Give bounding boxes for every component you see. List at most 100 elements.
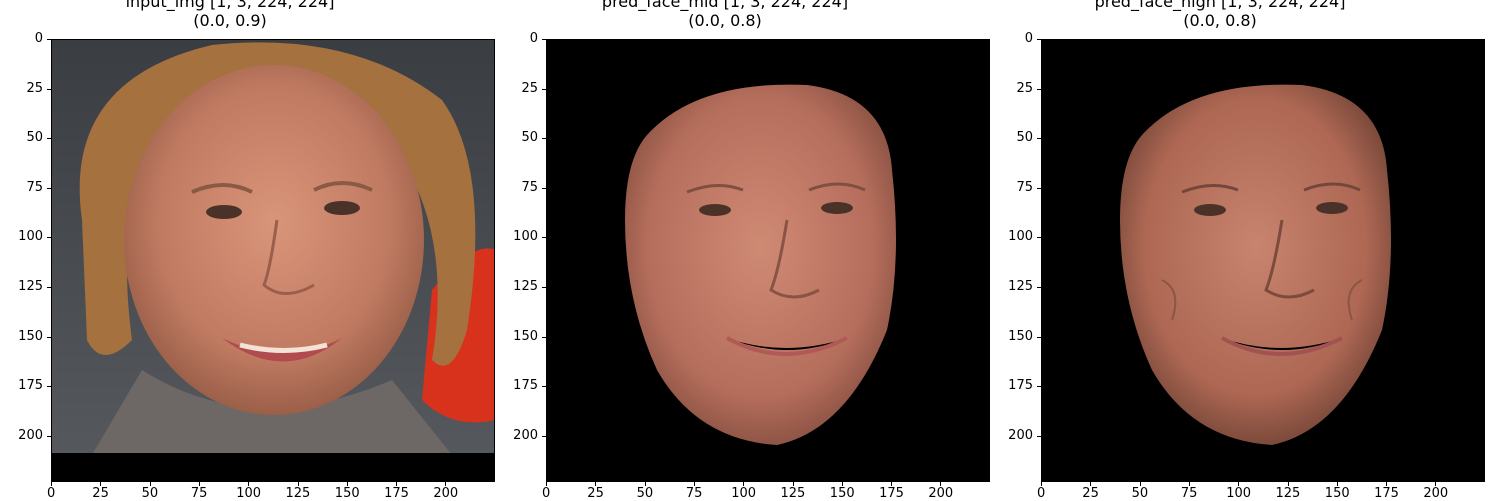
y-tick-label: 125 bbox=[1008, 279, 1033, 294]
x-tick-label: 175 bbox=[384, 486, 409, 501]
y-tick-mark bbox=[1037, 287, 1041, 288]
y-tick-mark bbox=[47, 187, 51, 189]
x-tick-label: 100 bbox=[731, 486, 757, 501]
y-tick-label: 100 bbox=[1008, 229, 1033, 245]
y-tick-mark bbox=[542, 237, 546, 239]
y-tick-label: 75 bbox=[521, 179, 538, 195]
x-tick-label: 25 bbox=[1082, 486, 1099, 501]
y-tick-mark bbox=[1037, 187, 1041, 189]
y-tick-label: 150 bbox=[1008, 328, 1033, 344]
x-tick-label: 125 bbox=[285, 486, 311, 501]
x-tick-label: 50 bbox=[636, 486, 654, 501]
y-tick-label: 200 bbox=[1008, 427, 1033, 443]
y-tick-mark bbox=[1037, 39, 1041, 40]
x-tick-label: 25 bbox=[587, 486, 604, 501]
y-tick-mark bbox=[47, 386, 51, 388]
y-tick-mark bbox=[47, 336, 51, 338]
x-tick-label: 175 bbox=[879, 486, 904, 501]
x-tick-label: 200 bbox=[433, 486, 459, 501]
y-tick-label: 100 bbox=[18, 229, 43, 245]
image-axes bbox=[546, 39, 990, 482]
x-tick-label: 0 bbox=[542, 486, 551, 501]
x-tick-label: 75 bbox=[685, 486, 703, 501]
panel-title-line1: pred_face_mid [1, 3, 224, 224] bbox=[601, 0, 849, 11]
y-tick-mark bbox=[47, 287, 51, 288]
x-tick-label: 200 bbox=[928, 486, 954, 501]
x-tick-label: 200 bbox=[1423, 486, 1449, 501]
y-tick-label: 75 bbox=[26, 179, 43, 195]
face-render-high bbox=[1042, 40, 1484, 481]
x-tick-label: 125 bbox=[1275, 486, 1301, 501]
y-tick-mark bbox=[47, 88, 51, 90]
panel-title-line1: input_img [1, 3, 224, 224] bbox=[125, 0, 335, 11]
panel-title: pred_face_mid [1, 3, 224, 224] (0.0, 0.8… bbox=[495, 0, 955, 30]
y-tick-label: 200 bbox=[18, 427, 43, 443]
x-tick-label: 175 bbox=[1374, 486, 1399, 501]
image-axes bbox=[1041, 39, 1485, 482]
panel-title-line2: (0.0, 0.8) bbox=[1183, 11, 1257, 30]
y-tick-label: 200 bbox=[513, 427, 538, 443]
x-tick-label: 100 bbox=[236, 486, 262, 501]
x-tick-label: 150 bbox=[1324, 486, 1350, 501]
y-tick-mark bbox=[1037, 88, 1041, 90]
y-tick-label: 75 bbox=[1016, 179, 1033, 195]
y-tick-label: 25 bbox=[521, 80, 538, 96]
y-tick-mark bbox=[542, 336, 546, 338]
y-tick-label: 25 bbox=[1016, 80, 1033, 96]
image-axes bbox=[51, 39, 495, 454]
x-tick-label: 0 bbox=[47, 486, 56, 501]
y-tick-mark bbox=[542, 386, 546, 388]
x-tick-label: 125 bbox=[780, 486, 806, 501]
panel-pred-face-mid: pred_face_mid [1, 3, 224, 224] (0.0, 0.8… bbox=[495, 0, 990, 501]
y-tick-label: 150 bbox=[18, 328, 43, 344]
x-tick-label: 150 bbox=[334, 486, 360, 501]
y-tick-label: 50 bbox=[26, 130, 43, 146]
panel-title-line2: (0.0, 0.8) bbox=[688, 11, 762, 30]
y-tick-mark bbox=[47, 435, 51, 437]
y-tick-label: 125 bbox=[513, 279, 538, 294]
face-render-mid bbox=[547, 40, 989, 481]
y-tick-label: 125 bbox=[18, 279, 43, 294]
y-tick-mark bbox=[47, 237, 51, 239]
face-photo bbox=[52, 40, 494, 453]
y-tick-mark bbox=[1037, 435, 1041, 437]
y-tick-label: 175 bbox=[513, 378, 538, 394]
black-band bbox=[51, 454, 495, 482]
y-tick-mark bbox=[542, 287, 546, 288]
x-tick-label: 50 bbox=[141, 486, 159, 501]
x-tick-label: 50 bbox=[1131, 486, 1149, 501]
y-tick-label: 100 bbox=[513, 229, 538, 245]
y-tick-mark bbox=[47, 39, 51, 40]
y-tick-label: 25 bbox=[26, 80, 43, 96]
y-tick-mark bbox=[47, 138, 51, 140]
panel-title-line2: (0.0, 0.9) bbox=[193, 11, 267, 30]
y-tick-mark bbox=[542, 187, 546, 189]
y-tick-mark bbox=[542, 138, 546, 140]
x-tick-label: 75 bbox=[190, 486, 208, 501]
panel-title: pred_face_high [1, 3, 224, 224] (0.0, 0.… bbox=[990, 0, 1450, 30]
x-tick-label: 100 bbox=[1226, 486, 1252, 501]
y-tick-label: 0 bbox=[1024, 31, 1033, 46]
y-tick-mark bbox=[1037, 386, 1041, 388]
panel-title: input_img [1, 3, 224, 224] (0.0, 0.9) bbox=[0, 0, 460, 30]
panel-title-line1: pred_face_high [1, 3, 224, 224] bbox=[1094, 0, 1346, 11]
y-tick-mark bbox=[1037, 336, 1041, 338]
y-tick-label: 150 bbox=[513, 328, 538, 344]
y-tick-label: 175 bbox=[1008, 378, 1033, 394]
y-tick-label: 50 bbox=[521, 130, 538, 146]
panel-pred-face-high: pred_face_high [1, 3, 224, 224] (0.0, 0.… bbox=[990, 0, 1485, 501]
y-tick-mark bbox=[1037, 138, 1041, 140]
x-tick-label: 25 bbox=[92, 486, 109, 501]
y-tick-mark bbox=[1037, 237, 1041, 239]
x-tick-label: 150 bbox=[829, 486, 855, 501]
x-tick-label: 0 bbox=[1037, 486, 1046, 501]
y-tick-label: 0 bbox=[529, 31, 538, 46]
y-tick-mark bbox=[542, 435, 546, 437]
y-tick-mark bbox=[542, 39, 546, 40]
y-tick-label: 175 bbox=[18, 378, 43, 394]
y-tick-label: 0 bbox=[34, 31, 43, 46]
y-tick-mark bbox=[542, 88, 546, 90]
panel-input-img: input_img [1, 3, 224, 224] (0.0, 0.9) 0 … bbox=[0, 0, 495, 501]
y-tick-label: 50 bbox=[1016, 130, 1033, 146]
x-tick-label: 75 bbox=[1180, 486, 1198, 501]
